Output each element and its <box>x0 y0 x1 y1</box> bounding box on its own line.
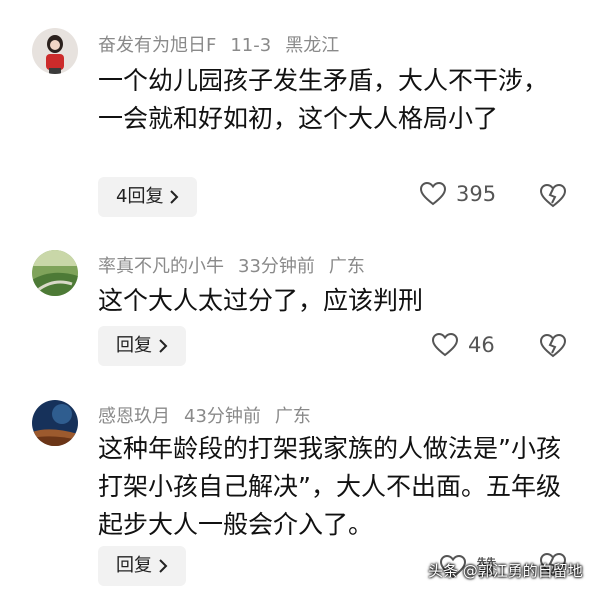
comment-location: 广东 <box>328 256 365 277</box>
broken-heart-icon <box>540 184 566 208</box>
avatar[interactable] <box>32 250 78 296</box>
heart-icon <box>420 182 446 206</box>
chevron-right-icon <box>158 559 168 573</box>
comment-location: 黑龙江 <box>285 35 340 56</box>
like-button[interactable]: 395 <box>420 182 496 206</box>
comment-meta: 感恩玖月 43分钟前 广东 <box>98 402 325 428</box>
reply-button[interactable]: 回复 <box>98 546 186 586</box>
avatar[interactable] <box>32 28 78 74</box>
chevron-right-icon <box>169 190 179 204</box>
watermark: 头条 @郭江勇的自留地 <box>428 562 583 580</box>
comment-text: 一个幼儿园孩子发生矛盾，大人不干涉，一会就和好如初，这个大人格局小了 <box>98 66 549 133</box>
comment-time: 11-3 <box>230 35 272 56</box>
dislike-button[interactable] <box>540 184 566 208</box>
reply-label: 回复 <box>116 555 152 576</box>
reply-label: 回复 <box>116 335 152 356</box>
reply-label: 4回复 <box>116 186 164 207</box>
username[interactable]: 感恩玖月 <box>98 406 170 427</box>
like-button[interactable]: 46 <box>432 333 495 357</box>
comment-meta: 奋发有为旭日F 11-3 黑龙江 <box>98 31 353 57</box>
comment-meta: 率真不凡的小牛 33分钟前 广东 <box>98 252 379 278</box>
comment-text: 这种年龄段的打架我家族的人做法是”小孩打架小孩自己解决”，大人不出面。五年级起步… <box>98 434 561 539</box>
comment-text: 这个大人太过分了，应该判刑 <box>98 286 424 315</box>
username[interactable]: 奋发有为旭日F <box>98 35 216 56</box>
comment-location: 广东 <box>274 406 311 427</box>
dislike-button[interactable] <box>540 334 566 358</box>
broken-heart-icon <box>540 334 566 358</box>
reply-button[interactable]: 回复 <box>98 326 186 366</box>
username[interactable]: 率真不凡的小牛 <box>98 256 224 277</box>
comment-time: 33分钟前 <box>238 256 315 277</box>
heart-icon <box>432 333 458 357</box>
reply-button[interactable]: 4回复 <box>98 177 198 217</box>
comment-time: 43分钟前 <box>184 406 261 427</box>
avatar[interactable] <box>32 400 78 446</box>
like-count: 46 <box>468 333 495 357</box>
like-count: 395 <box>456 182 497 206</box>
chevron-right-icon <box>158 339 168 353</box>
